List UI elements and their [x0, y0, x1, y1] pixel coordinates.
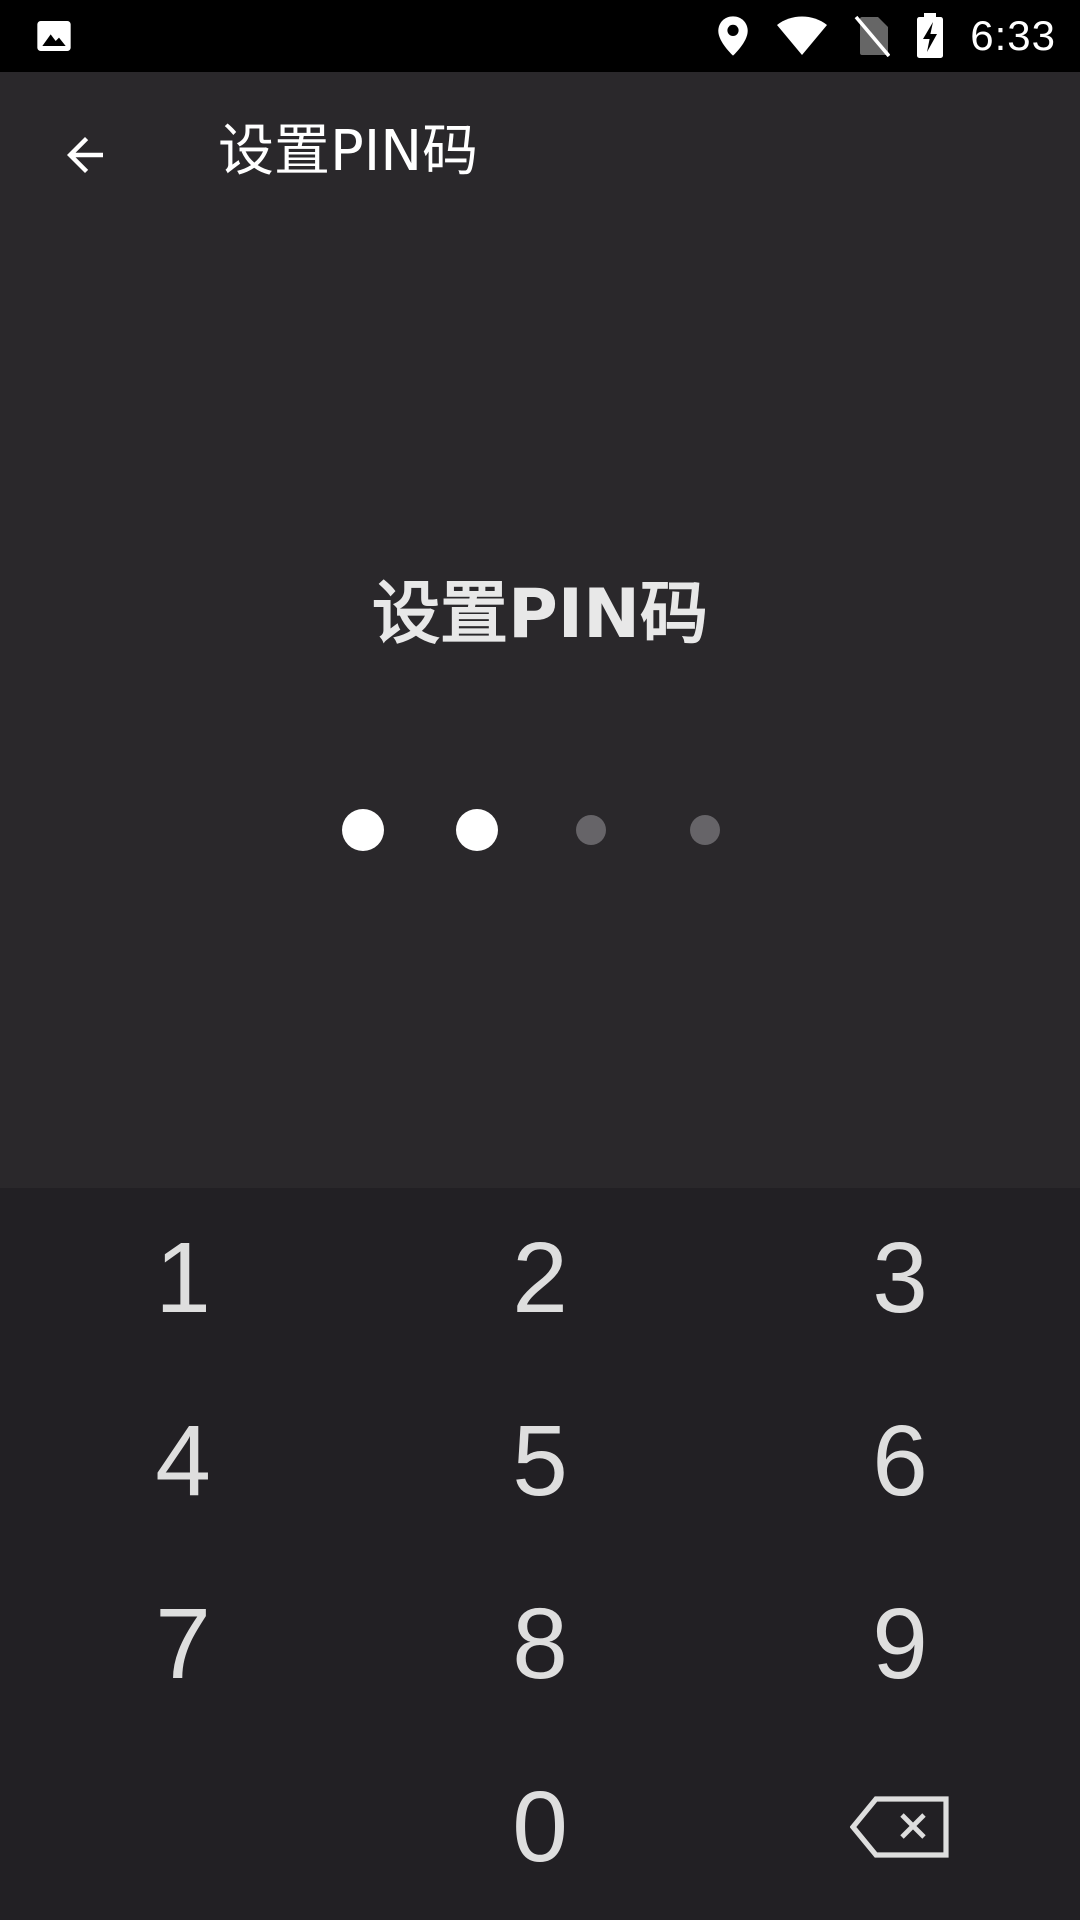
- clock: 6:33: [970, 12, 1056, 59]
- page-title: 设置PIN码: [218, 119, 479, 184]
- pin-dot: [342, 809, 384, 851]
- key-9[interactable]: 9: [750, 1554, 1050, 1734]
- battery-charging-icon: [916, 13, 944, 59]
- pin-setup-screen: 6:33 设置PIN码 设置PIN码 1 2 3 4 5 6 7 8 9 0: [0, 0, 1080, 1920]
- arrow-back-icon: [67, 137, 103, 173]
- number-keypad: 1 2 3 4 5 6 7 8 9 0: [0, 1188, 1080, 1920]
- key-4[interactable]: 4: [33, 1371, 333, 1551]
- no-sim-icon: [854, 15, 891, 57]
- key-5[interactable]: 5: [390, 1371, 690, 1551]
- wifi-icon: [776, 16, 828, 56]
- key-8[interactable]: 8: [390, 1554, 690, 1734]
- image-icon: [34, 16, 74, 56]
- backspace-icon: [850, 1796, 949, 1858]
- pin-prompt: 设置PIN码: [371, 575, 709, 654]
- pin-indicator: [0, 780, 1080, 880]
- location-icon: [716, 15, 750, 57]
- pin-dot: [456, 809, 498, 851]
- app-bar: 设置PIN码: [0, 72, 1080, 240]
- back-button[interactable]: [40, 110, 130, 200]
- key-2[interactable]: 2: [390, 1188, 690, 1368]
- key-7[interactable]: 7: [33, 1554, 333, 1734]
- status-bar: 6:33: [0, 0, 1080, 72]
- key-3[interactable]: 3: [750, 1188, 1050, 1368]
- status-icons: 6:33: [716, 0, 1056, 72]
- pin-dot: [690, 815, 720, 845]
- key-1[interactable]: 1: [33, 1188, 333, 1368]
- delete-button[interactable]: [750, 1737, 1050, 1917]
- key-0[interactable]: 0: [390, 1737, 690, 1917]
- pin-dot: [576, 815, 606, 845]
- key-6[interactable]: 6: [750, 1371, 1050, 1551]
